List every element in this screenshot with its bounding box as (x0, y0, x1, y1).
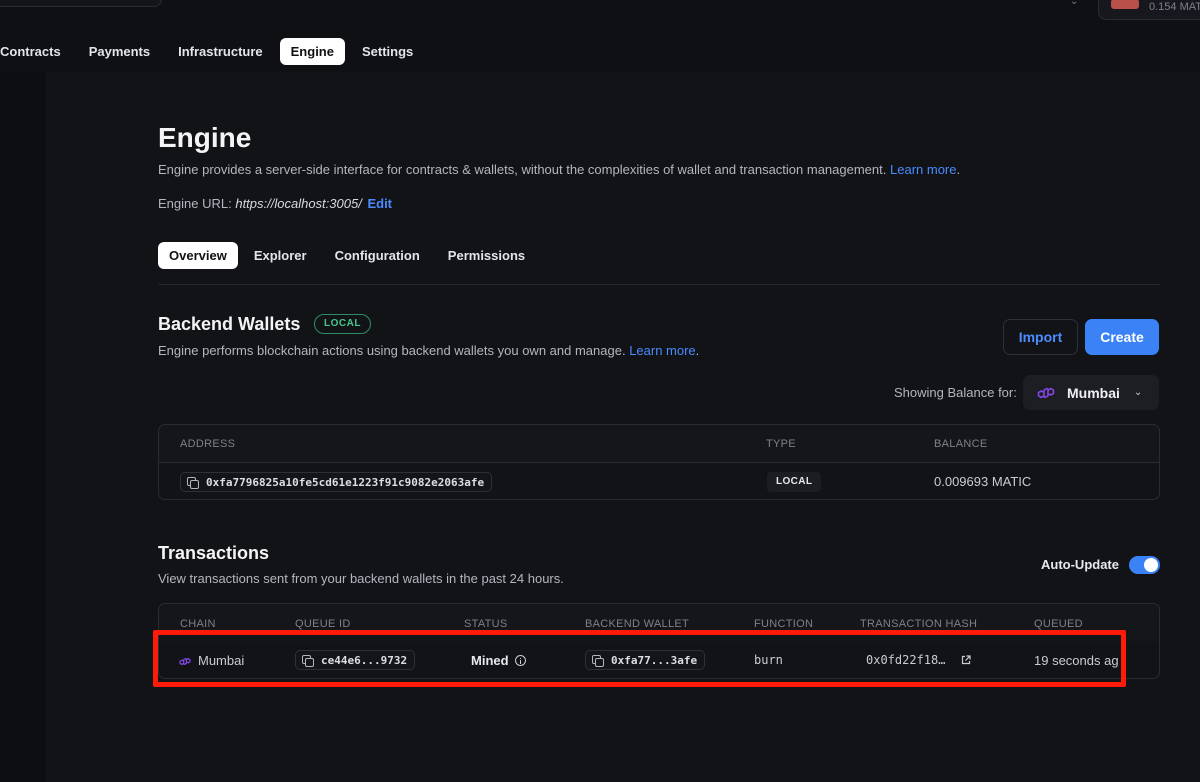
learn-more-link[interactable]: Learn more (890, 162, 956, 177)
selected-chain: Mumbai (1067, 384, 1120, 401)
column-header: QUEUE ID (295, 618, 351, 630)
create-button[interactable]: Create (1085, 319, 1159, 355)
main-nav: Contracts Payments Infrastructure Engine… (0, 38, 427, 65)
chevron-down-icon: ⌄ (1133, 387, 1143, 398)
queue-id-copy-chip[interactable]: ce44e6...9732 (295, 650, 416, 670)
type-badge: LOCAL (767, 472, 822, 492)
tx-chain: Mumbai (198, 653, 245, 668)
edit-url-link[interactable]: Edit (367, 196, 392, 211)
address-copy-chip[interactable]: 0xfa7796825a10fe5cd61e1223f91c9082e2063a… (180, 472, 493, 492)
punctuation: . (695, 343, 700, 358)
table-header: CHAIN QUEUE ID STATUS BACKEND WALLET FUN… (159, 604, 1159, 641)
punctuation: . (956, 162, 961, 177)
polygon-icon (179, 657, 191, 666)
backend-wallet: 0xfa77...3afe (611, 653, 698, 667)
table-header: ADDRESS TYPE BALANCE (159, 425, 1159, 463)
local-badge: LOCAL (314, 314, 371, 334)
wallets-table: ADDRESS TYPE BALANCE 0xfa7796825a10fe5cd… (158, 424, 1160, 500)
balance-label: Showing Balance for: (894, 385, 1017, 400)
account-balance: 0.154 MAT (1149, 1, 1200, 13)
toggle-knob (1144, 558, 1158, 572)
backend-wallets-description-text: Engine performs blockchain actions using… (158, 343, 626, 358)
column-header: CHAIN (180, 618, 216, 630)
tab-configuration[interactable]: Configuration (321, 242, 434, 269)
auto-update-toggle[interactable] (1129, 556, 1160, 574)
column-header: ADDRESS (180, 438, 236, 450)
wallet-address: 0xfa7796825a10fe5cd61e1223f91c9082e2063a… (206, 475, 485, 489)
engine-url-label: Engine URL: (158, 196, 232, 211)
column-header: STATUS (464, 618, 508, 630)
transactions-description: View transactions sent from your backend… (158, 571, 564, 586)
engine-url-value: https://localhost:3005/ (235, 196, 362, 211)
tab-explorer[interactable]: Explorer (240, 242, 321, 269)
tx-hash: 0x0fd22f18… (866, 653, 946, 667)
tx-status-text: Mined (471, 653, 509, 668)
page-description: Engine provides a server-side interface … (158, 162, 960, 177)
divider (158, 284, 1160, 285)
table-row[interactable]: 0xfa7796825a10fe5cd61e1223f91c9082e2063a… (159, 463, 1159, 499)
tx-status[interactable]: Mined (471, 653, 526, 668)
nav-infrastructure[interactable]: Infrastructure (164, 38, 277, 65)
nav-engine[interactable]: Engine (279, 38, 345, 65)
backend-wallets-title: Backend Wallets (158, 314, 301, 334)
left-rail (0, 72, 46, 782)
wallet-balance: 0.009693 MATIC (934, 474, 1032, 489)
search-box[interactable] (0, 0, 162, 7)
engine-url-row: Engine URL: https://localhost:3005/ Edit (158, 196, 392, 211)
table-row[interactable]: Mumbai ce44e6...9732 Mined 0xfa77...3afe… (159, 641, 1159, 678)
tx-hash-link[interactable]: 0x0fd22f18… (866, 653, 971, 667)
copy-icon (187, 476, 199, 489)
avatar (1111, 0, 1139, 9)
column-header: TYPE (766, 438, 796, 450)
backend-wallet-copy-chip[interactable]: 0xfa77...3afe (585, 650, 706, 670)
nav-settings[interactable]: Settings (348, 38, 427, 65)
tab-overview[interactable]: Overview (158, 242, 238, 269)
info-icon[interactable] (514, 655, 526, 666)
tab-permissions[interactable]: Permissions (434, 242, 539, 269)
chain-selector[interactable]: Mumbai ⌄ (1023, 375, 1159, 410)
column-header: FUNCTION (754, 618, 814, 630)
copy-icon (302, 654, 314, 667)
nav-payments[interactable]: Payments (75, 38, 164, 65)
polygon-icon (1037, 387, 1055, 398)
external-link-icon[interactable] (961, 655, 971, 665)
copy-icon (592, 654, 604, 667)
chevron-down-icon[interactable]: ⌄ (1070, 0, 1078, 7)
nav-contracts[interactable]: Contracts (0, 38, 75, 65)
transactions-title: Transactions (158, 543, 270, 563)
column-header: QUEUED (1034, 618, 1083, 630)
column-header: TRANSACTION HASH (860, 618, 978, 630)
column-header: BACKEND WALLET (585, 618, 690, 630)
page-title: Engine (158, 122, 252, 153)
backend-wallets-description: Engine performs blockchain actions using… (158, 343, 699, 358)
wallets-learn-more-link[interactable]: Learn more (629, 343, 695, 358)
top-bar: ⌄ 0.154 MAT Contracts Payments Infrastru… (0, 0, 1200, 72)
tx-queued: 19 seconds ag (1034, 653, 1119, 668)
import-button[interactable]: Import (1003, 319, 1078, 355)
sub-tabs: Overview Explorer Configuration Permissi… (158, 242, 539, 269)
transactions-table: CHAIN QUEUE ID STATUS BACKEND WALLET FUN… (158, 603, 1160, 679)
auto-update-label: Auto-Update (1041, 557, 1119, 572)
page-description-text: Engine provides a server-side interface … (158, 162, 887, 177)
account-button[interactable]: 0.154 MAT (1098, 0, 1200, 20)
queue-id: ce44e6...9732 (321, 653, 408, 667)
tx-function: burn (754, 653, 783, 667)
column-header: BALANCE (934, 438, 988, 450)
